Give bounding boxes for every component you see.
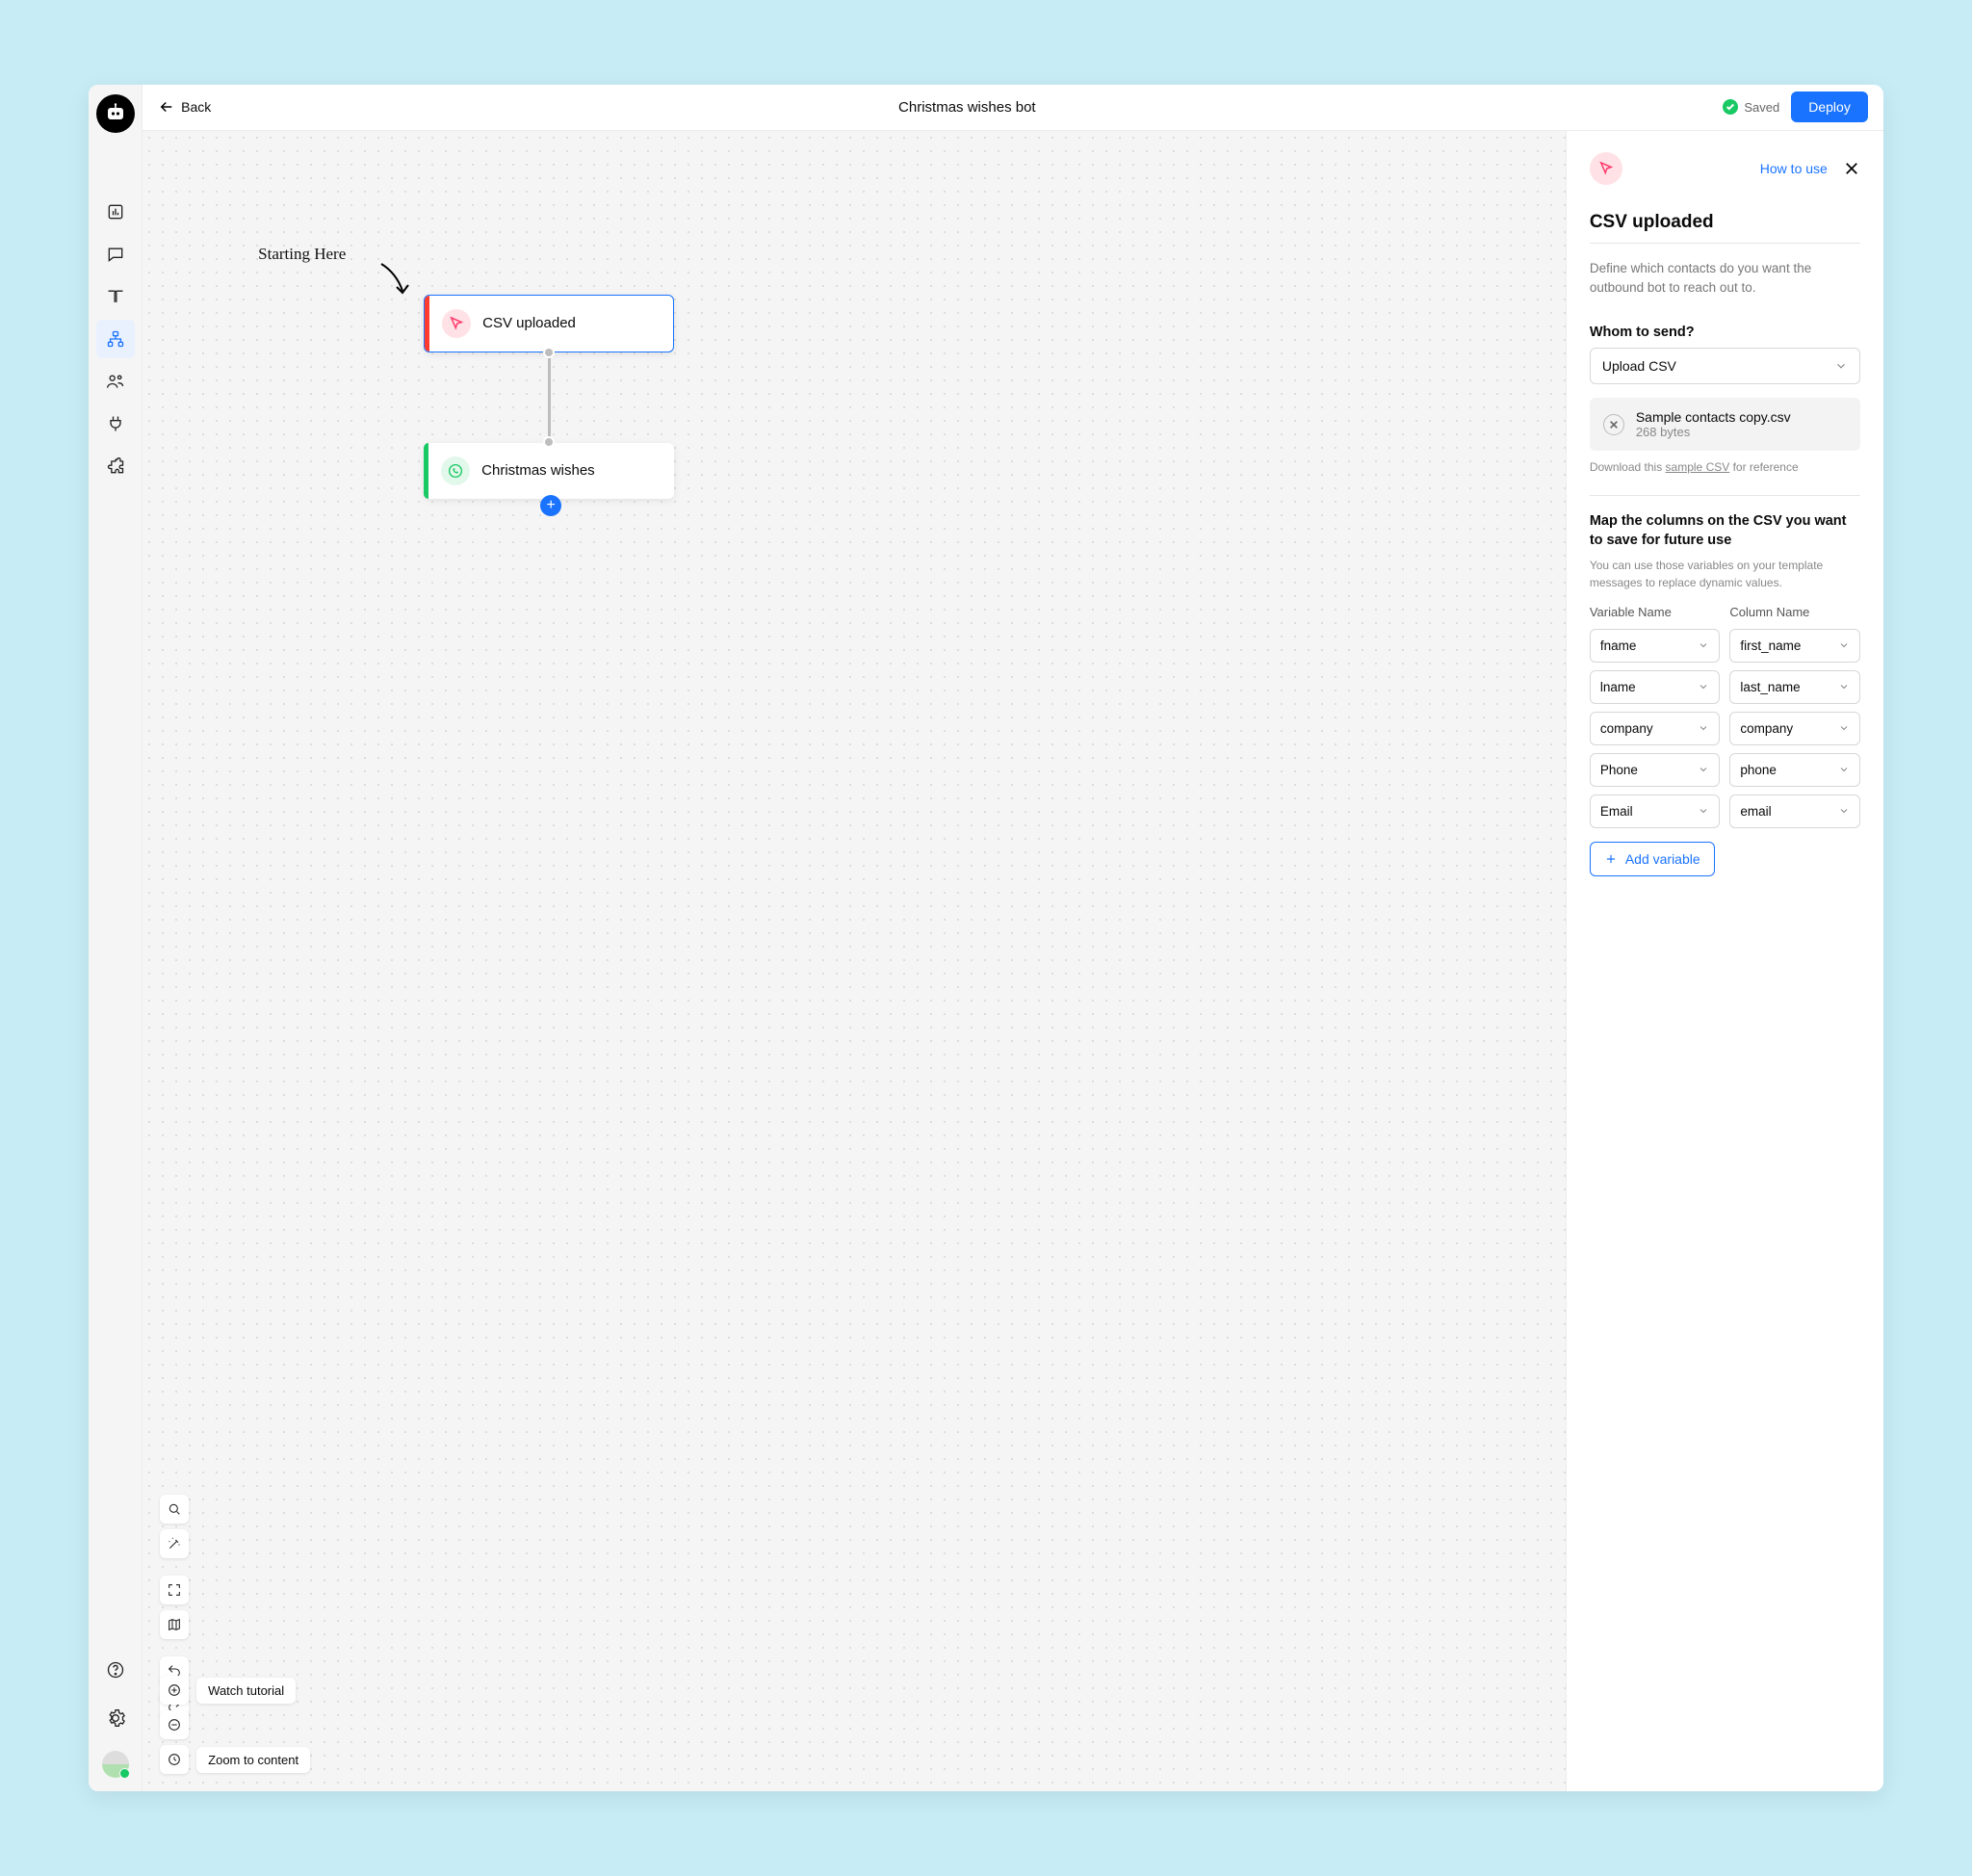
var-select[interactable]: Phone (1590, 753, 1721, 787)
uploaded-file: Sample contacts copy.csv 268 bytes (1590, 398, 1860, 451)
nav-puzzle-icon[interactable] (96, 447, 135, 485)
map-section-desc: You can use those variables on your temp… (1590, 557, 1860, 591)
starting-note: Starting Here (258, 245, 346, 264)
deploy-button[interactable]: Deploy (1791, 91, 1868, 122)
saved-label: Saved (1744, 100, 1779, 115)
cursor-icon (442, 309, 471, 338)
zoom-out-icon[interactable] (160, 1710, 189, 1739)
zoom-in-icon[interactable] (160, 1676, 189, 1705)
nav-chat-icon[interactable] (96, 235, 135, 274)
expand-icon[interactable] (160, 1576, 189, 1604)
chevron-down-icon (1838, 639, 1850, 651)
mapping-grid: Variable Name Column Name fname first_na… (1590, 605, 1860, 828)
nav-flow-icon[interactable] (96, 320, 135, 358)
col-select[interactable]: last_name (1729, 670, 1860, 704)
close-icon[interactable] (1843, 160, 1860, 177)
settings-icon[interactable] (96, 1699, 135, 1737)
col-select[interactable]: phone (1729, 753, 1860, 787)
map-icon[interactable] (160, 1610, 189, 1639)
var-select[interactable]: fname (1590, 629, 1721, 663)
canvas-tools-bottom: Watch tutorial Zoom to content (160, 1676, 310, 1774)
col-select[interactable]: company (1729, 712, 1860, 745)
chevron-down-icon (1698, 639, 1709, 651)
main-area: Back Christmas wishes bot Saved Deploy S… (143, 85, 1883, 1792)
topbar: Back Christmas wishes bot Saved Deploy (143, 85, 1883, 131)
var-select[interactable]: Email (1590, 795, 1721, 828)
watch-tutorial-button[interactable]: Watch tutorial (196, 1678, 296, 1704)
node-label: Christmas wishes (481, 462, 595, 479)
chevron-down-icon (1698, 722, 1709, 734)
check-icon (1723, 99, 1738, 115)
var-select[interactable]: lname (1590, 670, 1721, 704)
whom-select[interactable]: Upload CSV (1590, 348, 1860, 384)
node-port-bottom[interactable] (543, 347, 555, 358)
starting-arrow-icon (377, 260, 416, 299)
search-icon[interactable] (160, 1495, 189, 1524)
left-sidebar (89, 85, 143, 1792)
sample-csv-link[interactable]: sample CSV (1666, 460, 1730, 474)
chevron-down-icon (1698, 805, 1709, 817)
map-section-title: Map the columns on the CSV you want to s… (1590, 511, 1860, 551)
whatsapp-icon (441, 456, 470, 485)
col-select[interactable]: first_name (1729, 629, 1860, 663)
zoom-to-content-button[interactable]: Zoom to content (196, 1747, 310, 1773)
back-label: Back (181, 99, 211, 115)
chevron-down-icon (1838, 681, 1850, 692)
col-select[interactable]: email (1729, 795, 1860, 828)
node-christmas-wishes[interactable]: Christmas wishes (424, 443, 674, 499)
chevron-down-icon (1834, 359, 1848, 373)
wand-icon[interactable] (160, 1529, 189, 1558)
chevron-down-icon (1698, 681, 1709, 692)
nav-people-icon[interactable] (96, 362, 135, 401)
var-select[interactable]: company (1590, 712, 1721, 745)
panel-cursor-icon (1590, 152, 1622, 185)
workspace: Starting Here CSV uploaded (143, 131, 1883, 1792)
nav-chart-icon[interactable] (96, 193, 135, 231)
user-avatar[interactable] (102, 1751, 129, 1778)
col-header-column: Column Name (1729, 605, 1860, 619)
page-title: Christmas wishes bot (222, 99, 1711, 116)
arrow-left-icon (158, 98, 175, 116)
add-variable-label: Add variable (1625, 851, 1700, 867)
node-connector (548, 354, 551, 449)
col-header-variable: Variable Name (1590, 605, 1721, 619)
download-note: Download this sample CSV for reference (1590, 460, 1860, 474)
whom-value: Upload CSV (1602, 358, 1676, 374)
chevron-down-icon (1838, 764, 1850, 775)
plus-icon (1604, 852, 1618, 866)
panel-title: CSV uploaded (1590, 212, 1860, 233)
nav-plug-icon[interactable] (96, 404, 135, 443)
chevron-down-icon (1838, 805, 1850, 817)
app-logo (96, 94, 135, 133)
file-name: Sample contacts copy.csv (1636, 409, 1791, 425)
divider (1590, 495, 1860, 496)
file-size: 268 bytes (1636, 425, 1791, 439)
right-panel: How to use CSV uploaded Define which con… (1566, 131, 1883, 1792)
nav-book-icon[interactable] (96, 277, 135, 316)
saved-indicator: Saved (1723, 99, 1779, 115)
node-label: CSV uploaded (482, 315, 576, 331)
divider (1590, 243, 1860, 244)
chevron-down-icon (1838, 722, 1850, 734)
clock-icon[interactable] (160, 1745, 189, 1774)
panel-description: Define which contacts do you want the ou… (1590, 259, 1860, 299)
add-node-button[interactable]: + (540, 495, 561, 516)
flow-canvas[interactable]: Starting Here CSV uploaded (143, 131, 1566, 1792)
node-csv-uploaded[interactable]: CSV uploaded (424, 295, 674, 352)
whom-label: Whom to send? (1590, 325, 1860, 340)
back-button[interactable]: Back (158, 98, 211, 116)
how-to-use-link[interactable]: How to use (1760, 161, 1828, 176)
remove-file-button[interactable] (1603, 414, 1624, 435)
app-window: Back Christmas wishes bot Saved Deploy S… (89, 85, 1883, 1792)
chevron-down-icon (1698, 764, 1709, 775)
add-variable-button[interactable]: Add variable (1590, 842, 1715, 876)
node-port-top[interactable] (543, 436, 555, 448)
help-icon[interactable] (96, 1651, 135, 1689)
